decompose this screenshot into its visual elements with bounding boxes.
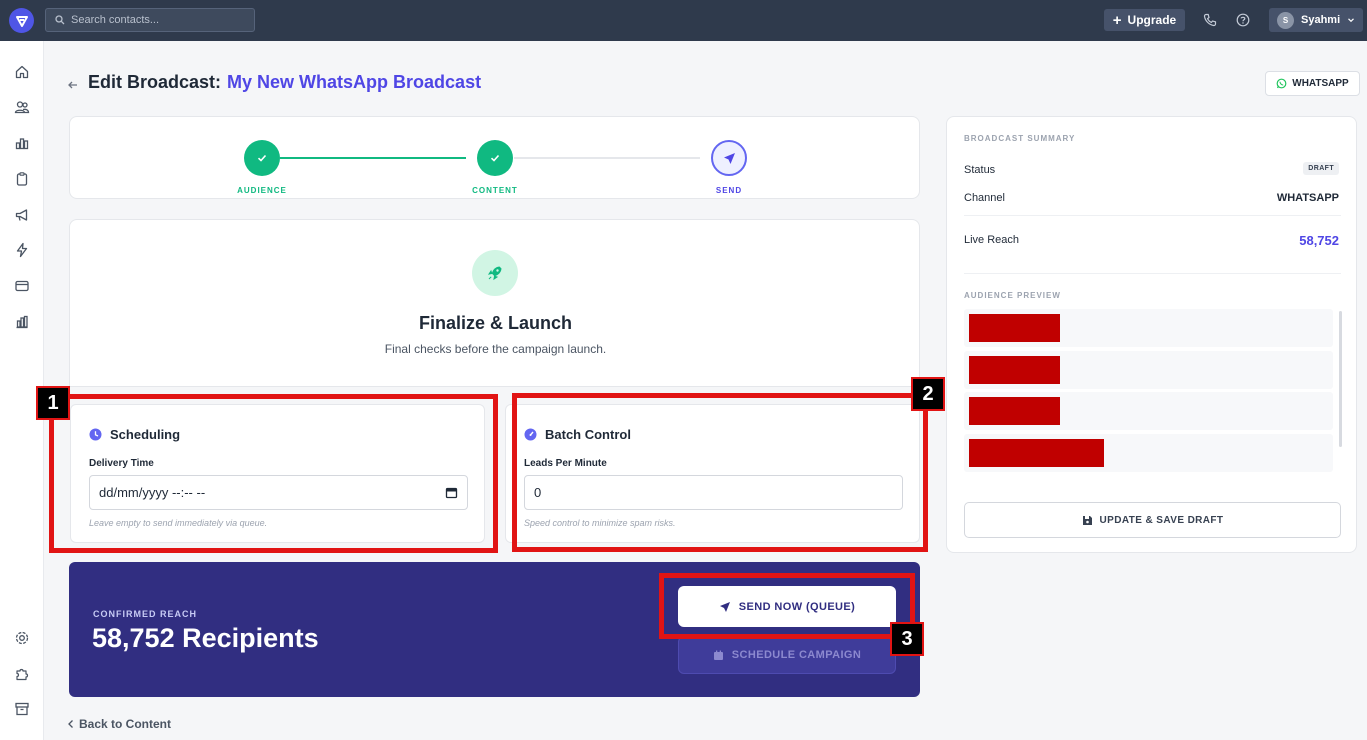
confirmed-reach-value: 58,752 Recipients [92,623,319,653]
whatsapp-icon [1276,78,1287,89]
step-content[interactable] [477,140,513,176]
phone-icon[interactable] [1202,12,1218,28]
preview-scrollbar[interactable] [1339,311,1342,447]
search-input[interactable] [71,14,241,26]
broadcast-summary-card: BROADCAST SUMMARY Status DRAFT Channel W… [946,116,1357,553]
settings-icon[interactable] [13,629,31,647]
bolt-icon[interactable] [13,241,31,259]
paper-plane-icon [723,152,735,164]
upgrade-button[interactable]: + Upgrade [1104,9,1185,31]
top-bar: + Upgrade S Syahmi [0,0,1367,41]
home-icon[interactable] [13,63,31,81]
audience-preview-heading: AUDIENCE PREVIEW [964,291,1061,300]
redacted-contact [969,439,1104,467]
step-connector-done [280,157,466,159]
list-item [964,309,1333,347]
page-title-prefix: Edit Broadcast: [88,72,222,92]
confirmed-reach-label: CONFIRMED REACH [93,609,197,619]
upgrade-label: Upgrade [1127,13,1177,27]
back-arrow-icon[interactable] [66,78,80,92]
archive-icon[interactable] [13,700,31,718]
contacts-icon[interactable] [13,98,31,116]
plus-icon: + [1112,11,1122,29]
channel-badge-label: WHATSAPP [1292,78,1349,89]
page-title: Edit Broadcast: My New WhatsApp Broadcast [88,72,481,93]
launch-title: Finalize & Launch [418,313,573,333]
back-to-content-label: Back to Content [79,717,172,731]
progress-stepper: AUDIENCE CONTENT SEND [69,116,920,199]
annotation-marker-1: 1 [36,386,70,420]
list-item [964,392,1333,430]
summary-heading: BROADCAST SUMMARY [964,134,1076,143]
clipboard-icon[interactable] [13,170,31,188]
highlight-box-send [659,573,915,639]
megaphone-icon[interactable] [13,206,31,224]
channel-badge: WHATSAPP [1265,71,1360,96]
status-label: Status [964,164,996,176]
channel-value: WHATSAPP [1276,192,1339,204]
card-icon[interactable] [13,277,31,295]
search-icon [55,15,65,25]
user-name: Syahmi [1301,14,1341,26]
back-to-content-link[interactable]: Back to Content [67,717,171,731]
check-icon [257,154,267,162]
status-badge: DRAFT [1303,162,1339,175]
highlight-box-scheduling [49,394,498,553]
launch-card: Finalize & Launch Final checks before th… [69,219,920,387]
live-reach-label: Live Reach [964,234,1020,246]
channel-label: Channel [964,192,1005,204]
redacted-contact [969,397,1060,425]
launch-subtitle: Final checks before the campaign launch. [384,342,607,356]
summary-divider [964,273,1341,274]
step-audience-label: AUDIENCE [237,186,287,195]
analytics-icon[interactable] [13,313,31,331]
schedule-campaign-label: SCHEDULE CAMPAIGN [731,649,862,661]
update-save-draft-label: UPDATE & SAVE DRAFT [1099,514,1224,526]
chart-icon[interactable] [13,134,31,152]
step-send[interactable] [711,140,747,176]
avatar: S [1277,11,1294,29]
list-item [964,434,1333,472]
broadcast-name: My New WhatsApp Broadcast [227,72,482,92]
chevron-left-icon [68,720,73,728]
save-icon [1082,515,1092,525]
step-audience[interactable] [244,140,280,176]
app-logo-icon[interactable] [9,8,34,33]
redacted-contact [969,314,1060,342]
chevron-down-icon [1348,18,1355,23]
annotation-marker-3: 3 [890,622,924,656]
check-icon [490,154,500,162]
annotation-marker-2: 2 [911,377,945,411]
search-box[interactable] [45,8,255,32]
user-menu[interactable]: S Syahmi [1269,8,1363,32]
highlight-box-batch [512,393,928,552]
puzzle-icon[interactable] [13,665,31,683]
list-item [964,351,1333,389]
audience-preview-list [964,309,1333,474]
update-save-draft-button[interactable]: UPDATE & SAVE DRAFT [964,502,1341,538]
help-icon[interactable] [1235,12,1251,28]
rocket-icon [472,250,518,296]
schedule-campaign-button[interactable]: SCHEDULE CAMPAIGN [678,636,896,674]
step-content-label: CONTENT [472,186,518,195]
redacted-contact [969,356,1060,384]
step-connector-pending [514,157,700,159]
calendar-icon [713,650,723,660]
step-send-label: SEND [715,186,743,195]
summary-divider [964,215,1341,216]
live-reach-value: 58,752 [1299,233,1339,248]
